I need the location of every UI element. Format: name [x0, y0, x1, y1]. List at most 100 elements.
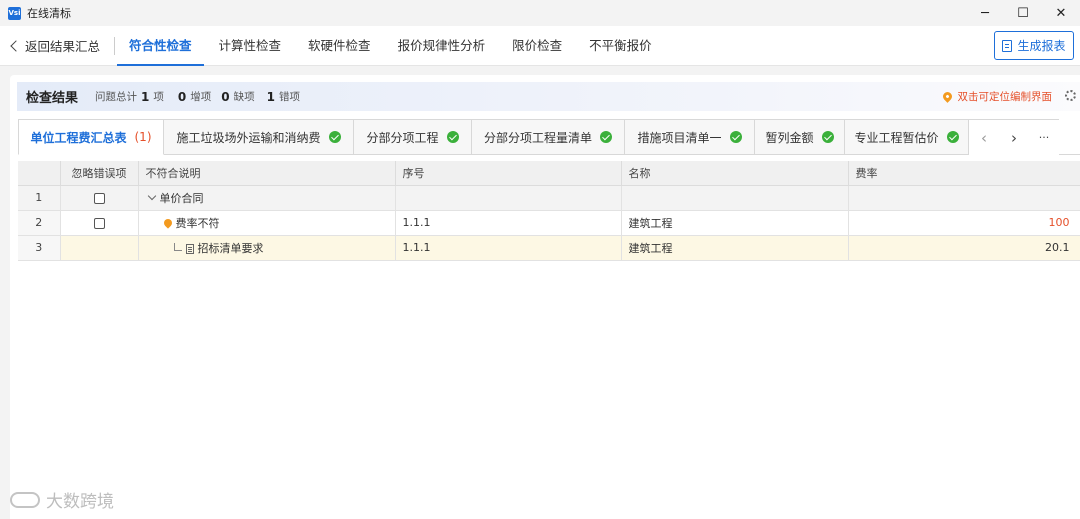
tab-navigation: ‹ › ···: [969, 119, 1059, 155]
locate-hint-label: 双击可定位编制界面: [957, 91, 1053, 103]
tab-label: 分部分项工程量清单: [483, 130, 592, 145]
sequence-cell: 1.1.1: [395, 210, 622, 236]
tab-label: 分部分项工程: [366, 130, 439, 145]
added-label: 增项: [190, 91, 212, 103]
close-icon[interactable]: ✕: [1042, 0, 1080, 26]
tab-label: 施工垃圾场外运输和消纳费: [176, 130, 321, 145]
results-table: 忽略错误项 不符合说明 序号 名称 费率 1 单价合同 2 费率不符 1.1.1: [18, 161, 1080, 261]
chevron-left-icon: [10, 39, 22, 52]
tab-label: 单位工程费汇总表: [30, 130, 127, 145]
tab-unit-cost-summary[interactable]: 单位工程费汇总表 (1): [18, 119, 164, 155]
chevron-left-icon[interactable]: ‹: [969, 120, 999, 156]
sequence-cell: 1.1.1: [395, 235, 622, 261]
minimize-icon[interactable]: ─: [966, 0, 1004, 26]
tab-compliance-check[interactable]: 符合性检查: [117, 26, 203, 66]
generate-report-label: 生成报表: [1017, 39, 1066, 53]
problem-unit: 项: [153, 91, 164, 103]
ignore-cell: [60, 235, 139, 261]
description-text: 费率不符: [175, 216, 220, 230]
description-text: 单价合同: [159, 191, 204, 205]
description-cell: 招标清单要求: [138, 235, 396, 261]
back-button[interactable]: 返回结果汇总: [10, 36, 101, 55]
tree-branch-icon: [173, 243, 182, 251]
window-title: 在线清标: [27, 7, 71, 20]
check-circle-icon: [600, 131, 612, 143]
table-row[interactable]: 2 费率不符 1.1.1 建筑工程 100: [18, 210, 1080, 236]
name-header[interactable]: 名称: [621, 161, 849, 186]
rate-cell: [848, 185, 1080, 211]
problem-total-label: 问题总计: [95, 91, 138, 103]
description-cell: 费率不符: [138, 210, 396, 236]
missing-count: 0: [221, 89, 230, 104]
row-number: 2: [18, 210, 61, 236]
tab-calculation-check[interactable]: 计算性检查: [219, 26, 282, 66]
divider: [114, 36, 116, 55]
generate-report-button[interactable]: 生成报表: [994, 31, 1074, 60]
error-count-badge: (1): [134, 130, 152, 144]
wrong-label: 错项: [278, 91, 300, 103]
maximize-icon[interactable]: ☐: [1004, 0, 1042, 26]
watermark-logo-icon: [10, 491, 40, 508]
chevron-right-icon[interactable]: ›: [999, 120, 1029, 156]
location-pin-icon: [161, 217, 174, 229]
chevron-down-icon[interactable]: [147, 191, 156, 200]
tab-software-hardware-check[interactable]: 软硬件检查: [308, 26, 371, 66]
result-summary-bar: 检查结果 问题总计 1 项 0 增项 0 缺项 1 错项 双击可定位编制界面: [17, 82, 1080, 111]
table-row[interactable]: 1 单价合同: [18, 185, 1080, 211]
ignore-error-header[interactable]: 忽略错误项: [60, 161, 139, 186]
tab-price-limit-check[interactable]: 限价检查: [512, 26, 562, 66]
row-number: 3: [18, 235, 61, 261]
watermark: 大数跨境: [10, 487, 114, 512]
tab-label: 措施项目清单一: [637, 130, 722, 145]
document-icon: [1002, 39, 1013, 52]
locate-hint[interactable]: 双击可定位编制界面: [940, 82, 1053, 111]
window-controls: ─ ☐ ✕: [966, 0, 1080, 26]
more-icon[interactable]: ···: [1029, 120, 1059, 156]
name-cell: 建筑工程: [621, 235, 849, 261]
wrong-count: 1: [266, 89, 275, 104]
tab-label: 专业工程暂估价: [854, 130, 939, 145]
check-circle-icon: [821, 131, 834, 143]
tab-bill-of-quantities[interactable]: 分部分项工程量清单: [472, 119, 625, 155]
check-circle-icon: [729, 131, 742, 143]
tab-sub-item-project[interactable]: 分部分项工程: [354, 119, 472, 155]
gear-icon[interactable]: [1065, 90, 1076, 101]
ignore-checkbox[interactable]: [93, 192, 105, 204]
description-text: 招标清单要求: [197, 241, 264, 255]
ignore-cell: [60, 210, 139, 236]
rate-cell: 20.1: [848, 235, 1080, 261]
location-pin-icon: [940, 90, 954, 103]
tab-measure-items[interactable]: 措施项目清单一: [625, 119, 755, 155]
app-logo-icon: Vsi: [8, 6, 21, 20]
summary-title: 检查结果: [26, 91, 79, 106]
rate-header[interactable]: 费率: [848, 161, 1080, 186]
title-bar: Vsi 在线清标 ─ ☐ ✕: [0, 0, 1080, 26]
description-cell: 单价合同: [138, 185, 396, 211]
check-category-tabs: 单位工程费汇总表 (1) 施工垃圾场外运输和消纳费 分部分项工程 分部分项工程量…: [18, 119, 1080, 155]
top-toolbar: 返回结果汇总 符合性检查 计算性检查 软硬件检查 报价规律性分析 限价检查 不平…: [0, 26, 1080, 66]
tab-specialty-estimate[interactable]: 专业工程暂估价: [845, 119, 969, 155]
name-cell: [621, 185, 849, 211]
check-circle-icon: [446, 131, 459, 143]
added-count: 0: [177, 89, 187, 104]
tab-label: 暂列金额: [765, 130, 814, 145]
list-document-icon: [185, 243, 194, 254]
table-row[interactable]: 3 招标清单要求 1.1.1 建筑工程 20.1: [18, 235, 1080, 261]
check-circle-icon: [328, 131, 341, 143]
rate-cell: 100: [848, 210, 1080, 236]
tab-quote-pattern-analysis[interactable]: 报价规律性分析: [398, 26, 486, 66]
tab-provisional-sum[interactable]: 暂列金额: [755, 119, 845, 155]
noncompliance-header[interactable]: 不符合说明: [138, 161, 396, 186]
row-number: 1: [18, 185, 61, 211]
ignore-checkbox[interactable]: [93, 217, 105, 229]
main-panel: 检查结果 问题总计 1 项 0 增项 0 缺项 1 错项 双击可定位编制界面 单…: [10, 75, 1080, 519]
back-label: 返回结果汇总: [25, 39, 101, 54]
table-header-row: 忽略错误项 不符合说明 序号 名称 费率: [18, 161, 1080, 186]
sequence-header[interactable]: 序号: [395, 161, 622, 186]
ignore-cell: [60, 185, 139, 211]
row-number-header: [18, 161, 61, 186]
tab-waste-transport-fee[interactable]: 施工垃圾场外运输和消纳费: [164, 119, 354, 155]
tab-unbalanced-quote[interactable]: 不平衡报价: [589, 26, 652, 66]
sequence-cell: [395, 185, 622, 211]
name-cell: 建筑工程: [621, 210, 849, 236]
